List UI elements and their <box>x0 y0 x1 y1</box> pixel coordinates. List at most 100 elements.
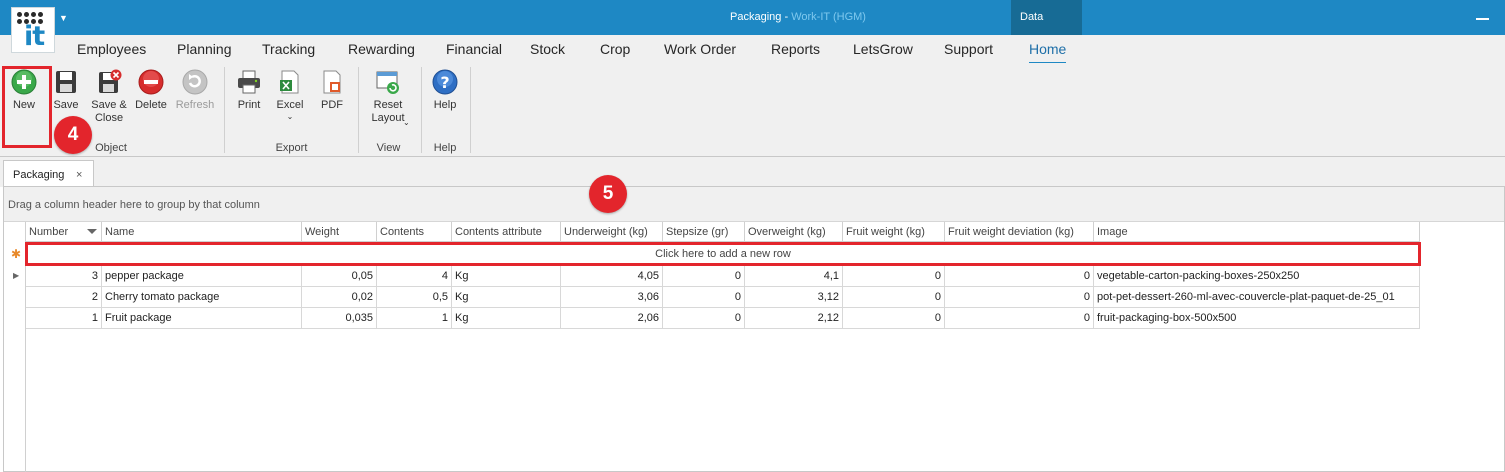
menu-employees[interactable]: Employees <box>77 41 146 57</box>
close-icon[interactable]: × <box>76 169 82 181</box>
cell-name[interactable]: Fruit package <box>102 308 302 329</box>
tab-packaging[interactable]: Packaging × <box>3 160 94 187</box>
save-close-icon <box>96 69 122 95</box>
help-button[interactable]: ? Help <box>430 69 460 112</box>
column-header-label: Contents <box>380 226 425 238</box>
window-title-document: Packaging <box>730 11 782 23</box>
excel-export-button[interactable]: Excel ⌄ <box>275 69 305 122</box>
cell-name[interactable]: pepper package <box>102 266 302 287</box>
cell-overweight[interactable]: 4,1 <box>745 266 843 287</box>
cell-fruit-weight-deviation[interactable]: 0 <box>945 287 1094 308</box>
column-header-image[interactable]: Image <box>1094 222 1420 242</box>
menu-home[interactable]: Home <box>1029 41 1067 64</box>
menu-tracking[interactable]: Tracking <box>262 41 315 57</box>
cell-weight[interactable]: 0,05 <box>302 266 377 287</box>
menu-rewarding[interactable]: Rewarding <box>348 41 415 57</box>
column-header-weight[interactable]: Weight <box>302 222 377 242</box>
print-button-label: Print <box>237 99 261 111</box>
cell-contents-attribute[interactable]: Kg <box>452 266 561 287</box>
cell-contents[interactable]: 0,5 <box>377 287 452 308</box>
ribbon-separator <box>358 67 359 153</box>
save-icon <box>53 69 79 95</box>
excel-dropdown-icon: ⌄ <box>286 112 294 121</box>
cell-stepsize[interactable]: 0 <box>663 308 745 329</box>
cell-contents-attribute[interactable]: Kg <box>452 287 561 308</box>
cell-image[interactable]: fruit-packaging-box-500x500 <box>1094 308 1420 329</box>
cell-number[interactable]: 1 <box>26 308 102 329</box>
cell-fruit-weight-deviation[interactable]: 0 <box>945 266 1094 287</box>
column-header-stepsize[interactable]: Stepsize (gr) <box>663 222 745 242</box>
column-header-underweight[interactable]: Underweight (kg) <box>561 222 663 242</box>
minimize-button[interactable] <box>1476 10 1490 24</box>
save-close-button[interactable]: Save & Close <box>88 69 130 125</box>
menu-support[interactable]: Support <box>944 41 993 57</box>
cell-contents[interactable]: 4 <box>377 266 452 287</box>
window-title-app: Work-IT (HGM) <box>791 11 866 23</box>
column-header-label: Fruit weight deviation (kg) <box>948 226 1074 238</box>
table-row[interactable]: 3 pepper package 0,05 4 Kg 4,05 0 4,1 0 … <box>26 266 1420 287</box>
refresh-button[interactable]: Refresh <box>175 69 215 112</box>
menu-planning[interactable]: Planning <box>177 41 232 57</box>
cell-fruit-weight[interactable]: 0 <box>843 287 945 308</box>
column-header-number[interactable]: Number <box>26 222 102 242</box>
menu-work-order[interactable]: Work Order <box>664 41 736 57</box>
cell-number[interactable]: 3 <box>26 266 102 287</box>
cell-image[interactable]: vegetable-carton-packing-boxes-250x250 <box>1094 266 1420 287</box>
step-badge-4: 4 <box>54 116 92 154</box>
column-header-label: Contents attribute <box>455 226 542 238</box>
column-header-contents-attribute[interactable]: Contents attribute <box>452 222 561 242</box>
new-row-icon: ✱ <box>11 247 22 261</box>
delete-button[interactable]: Delete <box>134 69 168 112</box>
ribbon-separator <box>470 67 471 153</box>
table-row[interactable]: 2 Cherry tomato package 0,02 0,5 Kg 3,06… <box>26 287 1420 308</box>
menu-stock[interactable]: Stock <box>530 41 565 57</box>
menu-reports[interactable]: Reports <box>771 41 820 57</box>
cell-image[interactable]: pot-pet-dessert-260-ml-avec-couvercle-pl… <box>1094 287 1420 308</box>
document-tab-bar: Packaging × <box>0 157 1505 187</box>
cell-stepsize[interactable]: 0 <box>663 266 745 287</box>
cell-number[interactable]: 2 <box>26 287 102 308</box>
menu-crop[interactable]: Crop <box>600 41 630 57</box>
cell-underweight[interactable]: 3,06 <box>561 287 663 308</box>
cell-underweight[interactable]: 2,06 <box>561 308 663 329</box>
cell-underweight[interactable]: 4,05 <box>561 266 663 287</box>
cell-fruit-weight-deviation[interactable]: 0 <box>945 308 1094 329</box>
column-header-fruit-weight[interactable]: Fruit weight (kg) <box>843 222 945 242</box>
menu-financial[interactable]: Financial <box>446 41 502 57</box>
cell-overweight[interactable]: 2,12 <box>745 308 843 329</box>
refresh-button-label: Refresh <box>175 99 215 111</box>
column-header-label: Overweight (kg) <box>748 226 826 238</box>
cell-fruit-weight[interactable]: 0 <box>843 308 945 329</box>
cell-weight[interactable]: 0,02 <box>302 287 377 308</box>
column-header-contents[interactable]: Contents <box>377 222 452 242</box>
delete-icon <box>138 69 164 95</box>
pdf-export-button[interactable]: PDF <box>318 69 346 112</box>
app-logo[interactable]: it <box>11 7 55 53</box>
column-header-label: Underweight (kg) <box>564 226 648 238</box>
cell-stepsize[interactable]: 0 <box>663 287 745 308</box>
cell-name[interactable]: Cherry tomato package <box>102 287 302 308</box>
save-button[interactable]: Save <box>51 69 81 112</box>
column-header-label: Weight <box>305 226 340 238</box>
cell-weight[interactable]: 0,035 <box>302 308 377 329</box>
app-menu-dropdown-icon[interactable]: ▼ <box>59 13 68 23</box>
column-header-overweight[interactable]: Overweight (kg) <box>745 222 843 242</box>
group-label-help: Help <box>433 142 457 154</box>
cell-fruit-weight[interactable]: 0 <box>843 266 945 287</box>
column-header-name[interactable]: Name <box>102 222 302 242</box>
cell-overweight[interactable]: 3,12 <box>745 287 843 308</box>
step-badge-5: 5 <box>589 175 627 213</box>
table-row[interactable]: 1 Fruit package 0,035 1 Kg 2,06 0 2,12 0… <box>26 308 1420 329</box>
cell-contents[interactable]: 1 <box>377 308 452 329</box>
help-icon: ? <box>432 69 458 95</box>
reset-layout-dropdown-icon[interactable]: ⌄ <box>403 118 410 127</box>
current-row-icon: ▶ <box>13 271 20 280</box>
group-by-panel[interactable]: Drag a column header here to group by th… <box>4 187 1504 222</box>
cell-contents-attribute[interactable]: Kg <box>452 308 561 329</box>
reset-layout-button[interactable]: Reset Layout <box>364 69 412 125</box>
column-header-fruit-weight-deviation[interactable]: Fruit weight deviation (kg) <box>945 222 1094 242</box>
print-button[interactable]: Print <box>235 69 263 112</box>
menu-letsgrow[interactable]: LetsGrow <box>853 41 913 57</box>
column-header-label: Image <box>1097 226 1128 238</box>
context-tab-data[interactable]: Data <box>1011 0 1082 35</box>
